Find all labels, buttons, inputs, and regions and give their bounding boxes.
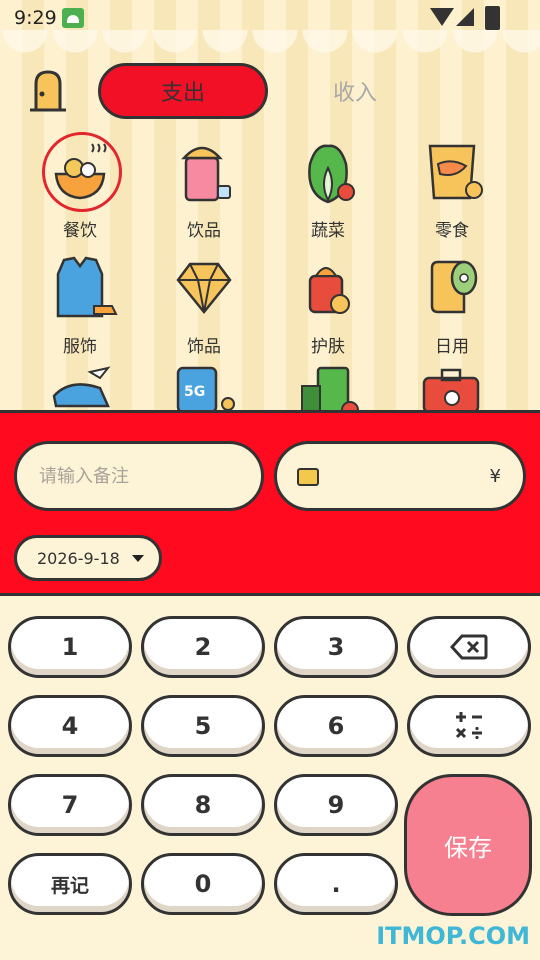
calculator-button[interactable] [407, 695, 531, 757]
key-4[interactable]: 4 [8, 695, 132, 757]
food-bowl-icon [40, 132, 122, 214]
android-icon [62, 8, 84, 28]
category-clothes[interactable]: 服饰 [25, 250, 135, 357]
key-0[interactable]: 0 [141, 853, 265, 915]
category-label: 日用 [435, 337, 469, 357]
currency-symbol: ¥ [489, 466, 501, 487]
category-vegetable[interactable]: 蔬菜 [273, 134, 383, 241]
medical-kit-icon[interactable] [420, 366, 490, 412]
category-label: 饰品 [187, 337, 221, 357]
calculator-icon [455, 712, 482, 740]
date-value: 2026-9-18 [37, 548, 120, 568]
category-label: 饮品 [187, 221, 221, 241]
category-accessory[interactable]: 饰品 [149, 250, 259, 357]
status-bar: 9:29 [0, 0, 540, 36]
bill-icon[interactable] [300, 366, 364, 412]
key-9[interactable]: 9 [274, 774, 398, 836]
amount-field[interactable]: ¥ [274, 441, 526, 511]
signal-icon [456, 8, 474, 26]
tab-expense[interactable]: 支出 [98, 63, 268, 119]
caret-down-icon [131, 554, 144, 562]
key-dot[interactable]: . [274, 853, 398, 915]
tab-income[interactable]: 收入 [300, 63, 410, 119]
wifi-icon [430, 8, 454, 26]
key-5[interactable]: 5 [141, 695, 265, 757]
backspace-icon [450, 634, 488, 660]
category-label: 餐饮 [63, 221, 97, 241]
category-skincare[interactable]: 护肤 [273, 250, 383, 357]
category-label: 服饰 [63, 337, 97, 357]
key-6[interactable]: 6 [274, 695, 398, 757]
key-7[interactable]: 7 [8, 774, 132, 836]
svg-text:5G: 5G [184, 384, 205, 400]
backspace-button[interactable] [407, 616, 531, 678]
category-daily[interactable]: 日用 [397, 250, 507, 357]
diamond-icon [164, 250, 244, 330]
vegetable-icon [288, 134, 368, 214]
category-food[interactable]: 餐饮 [25, 132, 135, 241]
category-label: 护肤 [311, 337, 345, 357]
key-3[interactable]: 3 [274, 616, 398, 678]
note-input[interactable] [14, 441, 264, 511]
upload-image-icon[interactable] [297, 468, 319, 486]
phone-5g-icon[interactable]: 5G [176, 366, 240, 412]
lace-decoration [0, 30, 540, 70]
date-picker[interactable]: 2026-9-18 [14, 535, 162, 581]
category-drink[interactable]: 饮品 [149, 134, 259, 241]
save-button[interactable]: 保存 [404, 774, 532, 916]
category-label: 蔬菜 [311, 221, 345, 241]
status-time: 9:29 [14, 7, 57, 29]
skincare-icon [288, 250, 368, 330]
exit-door-icon[interactable] [28, 70, 68, 112]
battery-icon [485, 6, 500, 30]
clothes-icon [40, 250, 120, 330]
key-1[interactable]: 1 [8, 616, 132, 678]
category-label: 零食 [435, 221, 469, 241]
record-again-button[interactable]: 再记 [8, 853, 132, 915]
travel-icon[interactable] [50, 366, 114, 412]
snack-icon [412, 134, 492, 214]
drink-icon [164, 134, 244, 214]
key-8[interactable]: 8 [141, 774, 265, 836]
category-snack[interactable]: 零食 [397, 134, 507, 241]
watermark: ITMOP.COM [376, 922, 530, 950]
entry-panel: ¥ 2026-9-18 [0, 410, 540, 596]
key-2[interactable]: 2 [141, 616, 265, 678]
tissue-icon [412, 250, 492, 330]
